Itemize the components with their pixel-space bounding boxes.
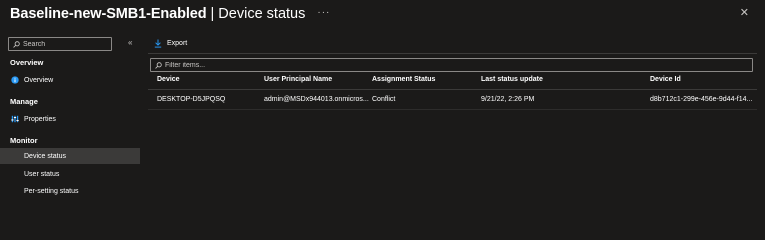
export-button[interactable]: Export xyxy=(154,39,187,48)
export-label: Export xyxy=(167,40,188,47)
info-icon xyxy=(11,76,19,84)
sidebar-item-overview[interactable]: Overview xyxy=(0,72,140,88)
cell-assignment-status: Conflict xyxy=(372,96,396,103)
sidebar-item-device-status[interactable]: Device status xyxy=(0,148,140,164)
search-input[interactable] xyxy=(23,40,111,48)
download-icon xyxy=(154,39,162,48)
sidebar-item-per-setting-status[interactable]: Per-setting status xyxy=(0,183,140,199)
section-manage: Manage xyxy=(10,97,38,106)
sidebar-item-label: Per-setting status xyxy=(24,187,79,195)
page-title: Baseline-new-SMB1-Enabled xyxy=(10,6,207,22)
filter-input[interactable] xyxy=(165,61,745,69)
page-subtitle: | Device status xyxy=(210,6,306,22)
sidebar: « Overview Overview Manage Properties Mo… xyxy=(0,34,140,210)
column-header-upn[interactable]: User Principal Name xyxy=(264,76,332,83)
collapse-sidebar-button[interactable]: « xyxy=(128,38,132,47)
toolbar-divider xyxy=(148,53,757,54)
search-icon xyxy=(13,40,20,48)
section-overview: Overview xyxy=(10,58,44,67)
sidebar-search-box[interactable] xyxy=(8,37,112,51)
column-header-assignment-status[interactable]: Assignment Status xyxy=(372,76,435,83)
sidebar-item-user-status[interactable]: User status xyxy=(0,166,140,182)
properties-icon xyxy=(11,115,19,123)
cell-device: DESKTOP-D5JPQSQ xyxy=(157,96,226,103)
column-header-last-status-update[interactable]: Last status update xyxy=(481,76,543,83)
cell-last-status-update: 9/21/22, 2:26 PM xyxy=(481,96,535,103)
column-header-device[interactable]: Device xyxy=(157,76,180,83)
more-options-button[interactable]: ··· xyxy=(317,7,330,18)
header-divider xyxy=(148,89,757,90)
sidebar-item-label: User status xyxy=(24,170,60,178)
column-header-device-id[interactable]: Device Id xyxy=(650,76,681,83)
section-monitor: Monitor xyxy=(10,136,38,145)
main-content: Export Device User Principal Name Assign… xyxy=(148,34,765,210)
filter-box[interactable] xyxy=(150,58,753,72)
sidebar-item-label: Overview xyxy=(24,76,54,84)
cell-upn: admin@MSDx944013.onmicros... xyxy=(264,96,369,103)
close-button[interactable]: ✕ xyxy=(740,6,749,19)
sidebar-item-properties[interactable]: Properties xyxy=(0,111,140,127)
sidebar-item-label: Properties xyxy=(24,115,56,123)
sidebar-item-label: Device status xyxy=(24,152,67,160)
blade-header: Baseline-new-SMB1-Enabled | Device statu… xyxy=(0,0,765,28)
row-divider xyxy=(148,109,757,110)
search-icon xyxy=(155,61,162,69)
cell-device-id: d8b712c1-299e-456e-9d44-f14... xyxy=(650,96,753,103)
